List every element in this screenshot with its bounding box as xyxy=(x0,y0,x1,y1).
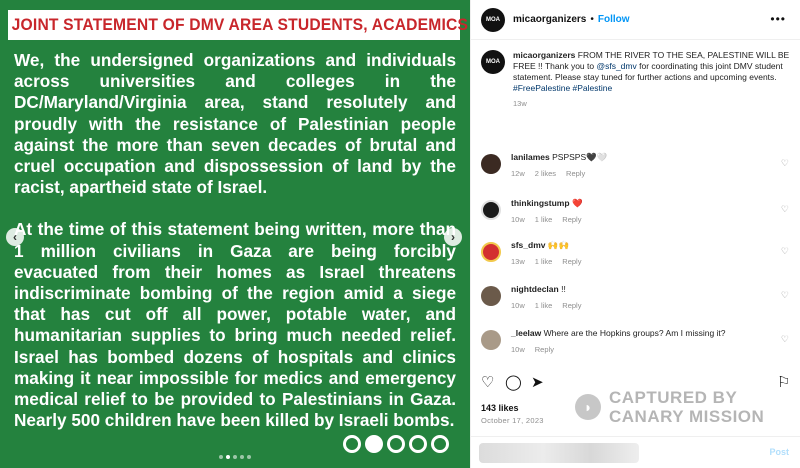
slide-circle xyxy=(387,435,405,453)
comment-time: 12w xyxy=(511,169,525,178)
statement-banner: JOINT STATEMENT OF DMV AREA STUDENTS, AC… xyxy=(8,10,470,40)
heart-icon[interactable]: ♡ xyxy=(781,290,789,301)
comment-text: ❤️ xyxy=(571,198,583,208)
post-caption: MOA micaorganizers FROM THE RIVER TO THE… xyxy=(481,50,793,109)
post-header: MOA micaorganizers • Follow ••• xyxy=(471,0,800,40)
avatar[interactable] xyxy=(481,200,501,220)
heart-icon[interactable]: ♡ xyxy=(481,374,494,392)
chevron-right-icon: › xyxy=(451,230,455,244)
follow-button[interactable]: Follow xyxy=(598,14,630,25)
caption-time: 13w xyxy=(513,99,527,108)
reply-button[interactable]: Reply xyxy=(562,256,581,267)
watermark-text: CAPTURED BY CANARY MISSION xyxy=(609,388,764,426)
comment-input[interactable] xyxy=(479,443,639,463)
comment-username[interactable]: lanilames xyxy=(511,152,550,162)
header-username[interactable]: micaorganizers xyxy=(513,14,586,25)
comment-item: lanilames PSPSPS🖤🤍 12w 2 likes Reply ♡ xyxy=(481,152,793,179)
statement-paragraph-2: At the time of this statement being writ… xyxy=(14,219,456,431)
caption-mention[interactable]: @sfs_dmv xyxy=(596,61,636,71)
chevron-left-icon: ‹ xyxy=(13,230,17,244)
carousel-dot xyxy=(247,455,251,459)
comment-username[interactable]: thinkingstump xyxy=(511,198,570,208)
comment-text: PSPSPS🖤🤍 xyxy=(552,152,608,162)
comment-icon[interactable]: ◯ xyxy=(505,374,522,392)
watermark-line-1: CAPTURED BY xyxy=(609,388,738,407)
avatar[interactable] xyxy=(481,330,501,350)
caption-text: micaorganizers FROM THE RIVER TO THE SEA… xyxy=(513,50,793,109)
canary-bird-icon: ◗ xyxy=(575,394,601,420)
comment-item: nightdeclan !! 10w 1 like Reply ♡ xyxy=(481,284,793,311)
likes-count[interactable]: 143 likes xyxy=(481,403,519,413)
comment-time: 10w xyxy=(511,215,525,224)
reply-button[interactable]: Reply xyxy=(566,168,585,179)
comment-time: 13w xyxy=(511,257,525,266)
statement-title: JOINT STATEMENT OF DMV AREA STUDENTS, AC… xyxy=(11,15,470,34)
carousel-next-button[interactable]: › xyxy=(444,228,462,246)
separator-dot: • xyxy=(590,14,594,25)
slide-indicator-circles xyxy=(343,435,449,453)
comment-item: sfs_dmv 🙌🙌 13w 1 like Reply ♡ xyxy=(481,240,793,267)
heart-icon[interactable]: ♡ xyxy=(781,334,789,345)
post-date: October 17, 2023 xyxy=(481,416,544,425)
avatar-text: MOA xyxy=(486,16,500,23)
slide-circle-active xyxy=(365,435,383,453)
avatar[interactable] xyxy=(481,286,501,306)
bookmark-icon[interactable]: ⚐ xyxy=(777,374,790,392)
caption-hashtags[interactable]: #FreePalestine #Palestine xyxy=(513,83,612,93)
reply-button[interactable]: Reply xyxy=(562,214,581,225)
avatar[interactable] xyxy=(481,242,501,262)
caption-username[interactable]: micaorganizers xyxy=(513,50,575,60)
statement-paragraph-1: We, the undersigned organizations and in… xyxy=(14,50,456,198)
caption-avatar[interactable]: MOA xyxy=(481,50,505,74)
statement-body: We, the undersigned organizations and in… xyxy=(14,50,456,452)
more-options-icon[interactable]: ••• xyxy=(770,12,786,26)
comment-text: Where are the Hopkins groups? Am I missi… xyxy=(543,328,726,338)
reply-button[interactable]: Reply xyxy=(562,300,581,311)
carousel-dots xyxy=(219,455,251,459)
slide-circle xyxy=(409,435,427,453)
slide-circle xyxy=(343,435,361,453)
post-image-carousel[interactable]: JOINT STATEMENT OF DMV AREA STUDENTS, AC… xyxy=(0,0,470,468)
comment-likes[interactable]: 1 like xyxy=(535,256,553,267)
comment-username[interactable]: sfs_dmv xyxy=(511,240,546,250)
carousel-dot xyxy=(240,455,244,459)
send-icon[interactable]: ➤ xyxy=(531,374,544,392)
comment-item: thinkingstump ❤️ 10w 1 like Reply ♡ xyxy=(481,198,793,225)
carousel-dot xyxy=(233,455,237,459)
slide-circle xyxy=(431,435,449,453)
heart-icon[interactable]: ♡ xyxy=(781,246,789,257)
comment-time: 10w xyxy=(511,345,525,354)
heart-icon[interactable]: ♡ xyxy=(781,158,789,169)
post-button[interactable]: Post xyxy=(769,447,789,457)
carousel-dot-active xyxy=(226,455,230,459)
comment-likes[interactable]: 1 like xyxy=(535,300,553,311)
instagram-post-viewer: JOINT STATEMENT OF DMV AREA STUDENTS, AC… xyxy=(0,0,800,468)
avatar[interactable]: MOA xyxy=(481,7,505,32)
comment-username[interactable]: nightdeclan xyxy=(511,284,559,294)
comment-time: 10w xyxy=(511,301,525,310)
comment-composer: Post xyxy=(471,436,800,468)
avatar-text: MOA xyxy=(486,59,500,65)
reply-button[interactable]: Reply xyxy=(535,344,554,355)
comment-likes[interactable]: 2 likes xyxy=(535,168,556,179)
comment-likes[interactable]: 1 like xyxy=(535,214,553,225)
comment-item: _leelaw Where are the Hopkins groups? Am… xyxy=(481,328,793,355)
comment-text: 🙌🙌 xyxy=(547,240,570,250)
watermark-line-2: CANARY MISSION xyxy=(609,407,765,426)
watermark: ◗ CAPTURED BY CANARY MISSION xyxy=(575,388,764,426)
heart-icon[interactable]: ♡ xyxy=(781,204,789,215)
carousel-prev-button[interactable]: ‹ xyxy=(6,228,24,246)
avatar[interactable] xyxy=(481,154,501,174)
comment-text: !! xyxy=(561,284,566,294)
comment-username[interactable]: _leelaw xyxy=(511,328,541,338)
carousel-dot xyxy=(219,455,223,459)
